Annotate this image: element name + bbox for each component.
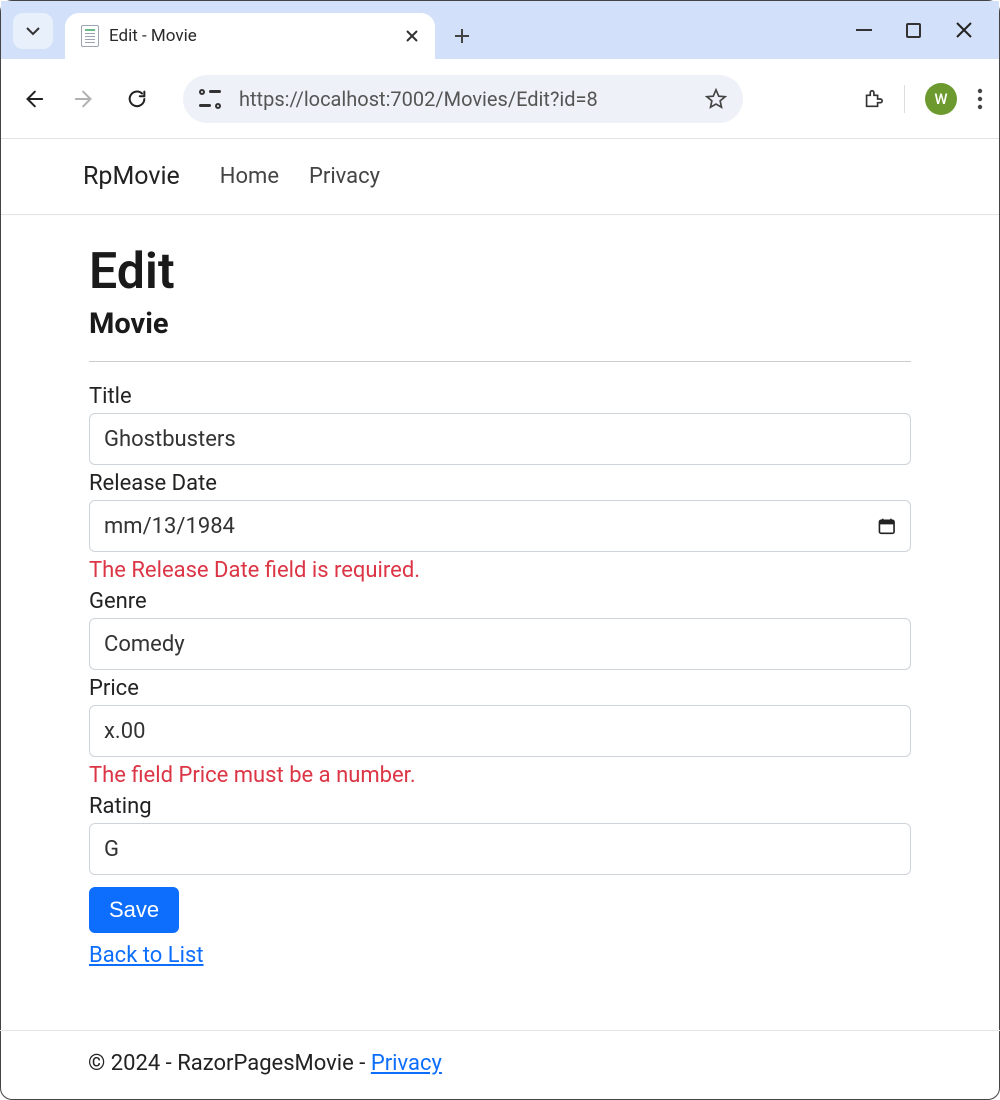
nav-home[interactable]: Home [220, 164, 279, 189]
save-button[interactable]: Save [89, 887, 179, 933]
browser-menu-button[interactable] [977, 88, 983, 110]
calendar-icon[interactable] [877, 516, 897, 536]
window-controls [856, 1, 989, 59]
releasedate-label: Release Date [89, 471, 911, 496]
releasedate-input[interactable] [89, 500, 911, 552]
toolbar-divider [904, 85, 905, 113]
genre-input-field[interactable] [104, 632, 896, 657]
arrow-left-icon [22, 88, 44, 110]
price-error: The field Price must be a number. [89, 763, 911, 788]
puzzle-icon [862, 88, 884, 110]
kebab-icon [977, 88, 983, 110]
arrow-right-icon [74, 88, 96, 110]
footer-privacy-link[interactable]: Privacy [371, 1051, 442, 1076]
browser-tab[interactable]: Edit - Movie [65, 13, 435, 59]
footer-text: © 2024 - RazorPagesMovie - [88, 1051, 371, 1076]
rating-input-field[interactable] [104, 837, 896, 862]
title-label: Title [89, 384, 911, 409]
address-bar[interactable]: https://localhost:7002/Movies/Edit?id=8 [183, 75, 743, 123]
price-input-field[interactable] [104, 719, 896, 744]
tab-title: Edit - Movie [109, 26, 401, 46]
page-heading: Edit [89, 243, 911, 301]
rating-label: Rating [89, 794, 911, 819]
price-input[interactable] [89, 705, 911, 757]
maximize-button[interactable] [906, 23, 921, 38]
reload-icon [126, 88, 148, 110]
tab-list-button[interactable] [13, 13, 53, 49]
form-group-rating: Rating [89, 794, 911, 875]
browser-toolbar: https://localhost:7002/Movies/Edit?id=8 … [1, 59, 999, 139]
extensions-button[interactable] [862, 88, 884, 110]
close-icon [955, 21, 973, 39]
releasedate-input-field[interactable] [104, 514, 877, 539]
title-input[interactable] [89, 413, 911, 465]
price-label: Price [89, 676, 911, 701]
browser-tab-strip: Edit - Movie [1, 1, 999, 59]
nav-privacy[interactable]: Privacy [309, 164, 380, 189]
chevron-down-icon [25, 23, 41, 39]
divider [89, 361, 911, 362]
site-navbar: RpMovie Home Privacy [1, 139, 999, 215]
star-icon [705, 88, 727, 110]
favicon-icon [81, 25, 99, 47]
site-footer: © 2024 - RazorPagesMovie - Privacy [0, 1030, 1000, 1076]
close-window-button[interactable] [955, 21, 973, 39]
form-group-releasedate: Release Date The Release Date field is r… [89, 471, 911, 583]
plus-icon [453, 27, 471, 45]
back-button[interactable] [17, 88, 49, 110]
page-subheading: Movie [89, 307, 911, 341]
url-text: https://localhost:7002/Movies/Edit?id=8 [239, 87, 697, 111]
form-group-genre: Genre [89, 589, 911, 670]
forward-button [69, 88, 101, 110]
close-icon [405, 29, 419, 43]
avatar-initial: W [934, 90, 947, 108]
reload-button[interactable] [121, 88, 153, 110]
form-group-title: Title [89, 384, 911, 465]
minimize-button[interactable] [856, 29, 872, 31]
site-settings-icon[interactable] [199, 89, 225, 109]
new-tab-button[interactable] [453, 27, 471, 45]
close-tab-button[interactable] [401, 25, 423, 47]
genre-label: Genre [89, 589, 911, 614]
bookmark-button[interactable] [705, 88, 727, 110]
genre-input[interactable] [89, 618, 911, 670]
releasedate-error: The Release Date field is required. [89, 558, 911, 583]
page-content: Edit Movie Title Release Date The Releas… [1, 215, 999, 968]
profile-avatar[interactable]: W [925, 83, 957, 115]
brand[interactable]: RpMovie [83, 162, 180, 191]
back-to-list-link[interactable]: Back to List [89, 943, 204, 968]
title-input-field[interactable] [104, 427, 896, 452]
form-group-price: Price The field Price must be a number. [89, 676, 911, 788]
rating-input[interactable] [89, 823, 911, 875]
